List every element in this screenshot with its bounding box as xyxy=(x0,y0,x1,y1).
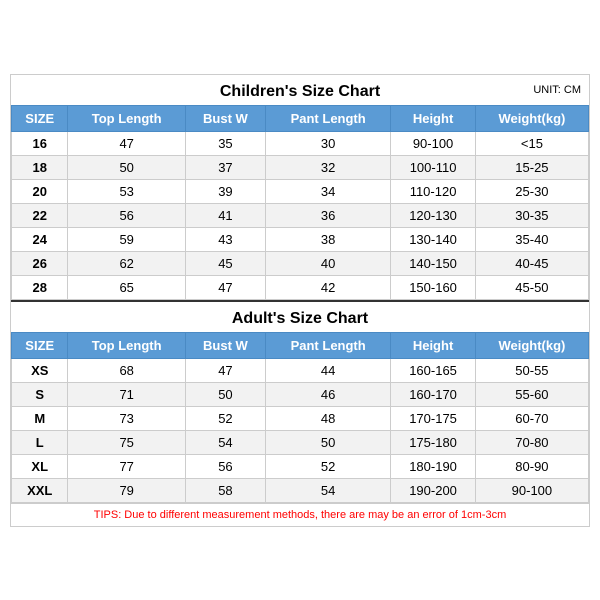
table-row: L755450175-18070-80 xyxy=(12,430,589,454)
adults-size-table: SIZE Top Length Bust W Pant Length Heigh… xyxy=(11,332,589,503)
adults-title-text: Adult's Size Chart xyxy=(232,310,368,327)
table-row: XS684744160-16550-55 xyxy=(12,358,589,382)
table-row: M735248170-17560-70 xyxy=(12,406,589,430)
table-row: 20533934110-12025-30 xyxy=(12,179,589,203)
adults-col-weight: Weight(kg) xyxy=(475,332,588,358)
table-row: 26624540140-15040-45 xyxy=(12,251,589,275)
table-row: 18503732100-11015-25 xyxy=(12,155,589,179)
children-size-table: SIZE Top Length Bust W Pant Length Heigh… xyxy=(11,105,589,300)
table-row: 1647353090-100<15 xyxy=(12,131,589,155)
adults-col-height: Height xyxy=(391,332,476,358)
size-chart-container: Children's Size Chart UNIT: CM SIZE Top … xyxy=(10,74,590,527)
table-row: XXL795854190-20090-100 xyxy=(12,478,589,502)
children-col-height: Height xyxy=(391,105,476,131)
children-col-size: SIZE xyxy=(12,105,68,131)
adults-section-title: Adult's Size Chart xyxy=(11,300,589,332)
children-col-top-length: Top Length xyxy=(68,105,185,131)
table-row: 24594338130-14035-40 xyxy=(12,227,589,251)
table-row: S715046160-17055-60 xyxy=(12,382,589,406)
children-header-row: SIZE Top Length Bust W Pant Length Heigh… xyxy=(12,105,589,131)
adults-col-size: SIZE xyxy=(12,332,68,358)
adults-col-top-length: Top Length xyxy=(68,332,185,358)
children-col-pant-length: Pant Length xyxy=(266,105,391,131)
table-row: 28654742150-16045-50 xyxy=(12,275,589,299)
tips-text: TIPS: Due to different measurement metho… xyxy=(11,503,589,526)
children-title-text: Children's Size Chart xyxy=(220,83,380,100)
table-row: XL775652180-19080-90 xyxy=(12,454,589,478)
table-row: 22564136120-13030-35 xyxy=(12,203,589,227)
children-col-bust-w: Bust W xyxy=(185,105,265,131)
children-col-weight: Weight(kg) xyxy=(475,105,588,131)
adults-col-bust-w: Bust W xyxy=(185,332,265,358)
adults-col-pant-length: Pant Length xyxy=(266,332,391,358)
unit-label: UNIT: CM xyxy=(533,84,581,96)
children-section-title: Children's Size Chart UNIT: CM xyxy=(11,75,589,105)
adults-header-row: SIZE Top Length Bust W Pant Length Heigh… xyxy=(12,332,589,358)
